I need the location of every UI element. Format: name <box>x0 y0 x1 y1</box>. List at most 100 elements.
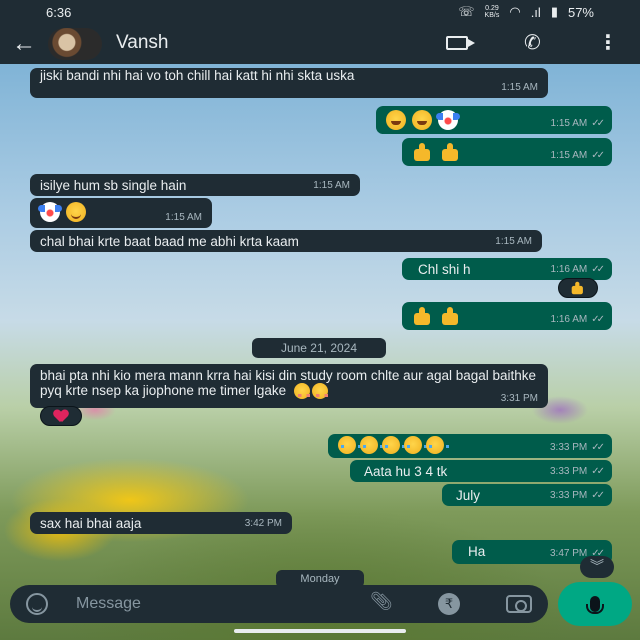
message-bubble[interactable]: bhai pta nhi kio mera mann krra hai kisi… <box>30 364 548 408</box>
gesture-nav-bar <box>234 629 406 633</box>
emoji-picker-icon[interactable] <box>26 593 48 615</box>
attach-icon[interactable]: 📎︎ <box>370 591 393 612</box>
thumbs-up-emoji-icon <box>440 306 462 326</box>
message-meta: 3:33 PM ✓✓ <box>549 488 605 504</box>
message-time: 1:15 AM <box>165 212 202 223</box>
thumbs-up-emoji-icon <box>412 306 434 326</box>
read-ticks-icon: ✓✓ <box>591 118 605 129</box>
message-bubble[interactable]: 1:15 AM ✓✓ <box>376 106 612 134</box>
message-bubble[interactable]: July 3:33 PM ✓✓ <box>442 484 612 506</box>
payment-icon[interactable]: ₹ <box>438 593 460 615</box>
message-meta: 1:15 AM <box>313 178 350 194</box>
message-meta: 1:16 AM ✓✓ <box>550 312 605 328</box>
message-time: 1:15 AM <box>313 180 350 191</box>
smiling-emoji-icon <box>66 202 86 222</box>
message-meta: 3:42 PM <box>245 516 282 532</box>
pleading-emoji-icon <box>382 436 405 454</box>
read-ticks-icon: ✓✓ <box>591 466 605 477</box>
message-meta: 1:15 AM ✓✓ <box>550 116 605 132</box>
message-text: Chl shi h <box>418 262 471 277</box>
read-ticks-icon: ✓✓ <box>591 442 605 453</box>
message-composer: 📎︎ ₹ <box>10 585 548 623</box>
voice-message-button[interactable] <box>558 582 632 626</box>
message-bubble[interactable]: 1:15 AM <box>30 198 212 228</box>
status-icons: ☏ 0.29 KB/s ◠ .ıl ▮ 57% <box>458 4 594 20</box>
message-bubble[interactable]: isilye hum sb single hain 1:15 AM <box>30 174 360 196</box>
clown-emoji-icon <box>38 202 62 222</box>
voice-call-icon[interactable]: ✆ <box>524 30 541 55</box>
pleading-emoji-icon <box>404 436 427 454</box>
message-text: July <box>456 488 481 503</box>
message-time: 1:16 AM <box>550 264 588 275</box>
message-time: 1:15 AM <box>550 118 588 129</box>
message-input[interactable] <box>76 593 346 615</box>
message-text: sax hai bhai aaja <box>40 516 142 531</box>
thumbs-up-emoji-icon <box>440 142 462 162</box>
message-time: 3:31 PM <box>500 393 538 404</box>
message-meta: 1:15 AM <box>165 210 202 226</box>
message-bubble[interactable]: jiski bandi nhi hai vo toh chill hai kat… <box>30 68 548 98</box>
microphone-icon <box>586 596 604 614</box>
network-speed: 0.29 KB/s <box>484 5 500 19</box>
message-meta: 3:33 PM ✓✓ <box>549 440 605 456</box>
heart-emoji-icon <box>54 410 68 422</box>
message-meta: 1:16 AM ✓✓ <box>550 262 605 278</box>
message-meta: 3:33 PM ✓✓ <box>549 464 605 480</box>
message-time: 1:16 AM <box>550 314 588 325</box>
camera-icon[interactable] <box>506 595 532 613</box>
message-bubble[interactable]: 1:15 AM ✓✓ <box>402 138 612 166</box>
message-bubble[interactable]: sax hai bhai aaja 3:42 PM <box>30 512 292 534</box>
message-bubble[interactable]: 1:16 AM ✓✓ <box>402 302 612 330</box>
status-time: 6:36 <box>46 5 72 20</box>
message-bubble[interactable]: Aata hu 3 4 tk 3:33 PM ✓✓ <box>350 460 612 482</box>
blushing-emoji-icon <box>311 383 328 400</box>
message-time: 1:15 AM <box>550 150 588 161</box>
pleading-emoji-icon <box>338 436 361 454</box>
message-time: 3:33 PM <box>549 490 588 501</box>
battery-icon: ▮ <box>550 4 558 19</box>
thumbs-up-emoji-icon <box>412 142 434 162</box>
video-call-icon[interactable] <box>446 36 475 50</box>
pleading-emoji-icon <box>426 436 449 454</box>
read-ticks-icon: ✓✓ <box>591 314 605 325</box>
message-bubble[interactable]: chal bhai krte baat baad me abhi krta ka… <box>30 230 542 252</box>
message-text: chal bhai krte baat baad me abhi krta ka… <box>40 234 299 249</box>
signal-icon: .ıl <box>530 4 541 20</box>
pleading-emoji-icon <box>360 436 383 454</box>
wifi-icon: ◠ <box>509 4 521 19</box>
message-text: Ha <box>468 544 486 559</box>
message-time: 3:42 PM <box>244 518 282 529</box>
read-ticks-icon: ✓✓ <box>591 150 605 161</box>
message-meta: 3:31 PM <box>501 391 538 406</box>
laughing-emoji-icon <box>386 110 406 130</box>
thumbs-up-emoji-icon <box>570 281 585 295</box>
more-options-icon[interactable]: ⋮ <box>598 30 618 55</box>
message-meta: 1:15 AM ✓✓ <box>550 148 605 164</box>
wifi-calling-icon: ☏ <box>458 4 475 19</box>
message-text: bhai pta nhi kio mera mann krra hai kisi… <box>40 368 537 400</box>
read-ticks-icon: ✓✓ <box>591 264 605 275</box>
chevron-down-icon: ︾ <box>590 558 604 574</box>
blushing-emoji-icon <box>293 383 310 400</box>
contact-avatar[interactable] <box>48 28 102 60</box>
message-bubble[interactable]: Chl shi h 1:16 AM ✓✓ <box>402 258 612 280</box>
message-time: 3:33 PM <box>549 442 588 453</box>
chat-header: ← Vansh ✆ ⋮ <box>0 24 640 64</box>
date-separator: June 21, 2024 <box>252 338 386 358</box>
read-ticks-icon: ✓✓ <box>591 490 605 501</box>
reaction-badge[interactable] <box>40 406 82 426</box>
message-text: Aata hu 3 4 tk <box>364 464 448 479</box>
contact-name[interactable]: Vansh <box>116 32 168 54</box>
back-arrow-icon[interactable]: ← <box>12 30 36 58</box>
message-text: isilye hum sb single hain <box>40 178 187 193</box>
reaction-badge[interactable] <box>558 278 598 298</box>
laughing-emoji-icon <box>412 110 432 130</box>
message-meta: 1:15 AM <box>501 80 538 96</box>
message-bubble[interactable]: 3:33 PM ✓✓ <box>328 434 612 458</box>
clown-emoji-icon <box>436 110 460 130</box>
message-text: jiski bandi nhi hai vo toh chill hai kat… <box>40 68 355 83</box>
scroll-down-button[interactable]: ︾ <box>580 556 614 578</box>
status-bar: 6:36 ☏ 0.29 KB/s ◠ .ıl ▮ 57% <box>0 0 640 24</box>
message-time: 3:33 PM <box>549 466 588 477</box>
message-meta: 1:15 AM <box>495 234 532 250</box>
